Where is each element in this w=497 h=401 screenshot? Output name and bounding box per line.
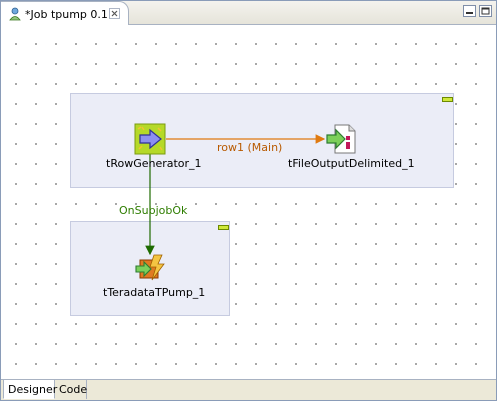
teradata-tpump-icon[interactable] bbox=[134, 252, 166, 284]
link-label-row1[interactable]: row1 (Main) bbox=[217, 141, 282, 154]
component-label: tRowGenerator_1 bbox=[106, 157, 202, 170]
editor-tab-bar: *Job tpump 0.1 bbox=[1, 1, 496, 25]
tab-code[interactable]: Code bbox=[55, 380, 87, 399]
job-editor-window: *Job tpump 0.1 row1 (Main) OnSubjobOk tR… bbox=[0, 0, 497, 401]
maximize-icon[interactable] bbox=[479, 5, 492, 17]
component-label: tFileOutputDelimited_1 bbox=[288, 157, 415, 170]
close-icon[interactable] bbox=[109, 8, 120, 19]
tab-title: *Job tpump 0.1 bbox=[25, 8, 108, 21]
component-label: tTeradataTPump_1 bbox=[103, 286, 206, 299]
minimize-icon[interactable] bbox=[463, 5, 476, 17]
job-icon bbox=[9, 7, 21, 21]
connections-layer bbox=[145, 134, 326, 256]
tab-job-tpump[interactable]: *Job tpump 0.1 bbox=[1, 1, 129, 25]
link-label-onsubjobok[interactable]: OnSubjobOk bbox=[119, 204, 187, 217]
editor-bottom-tabs: Designer Code bbox=[1, 379, 496, 400]
tab-designer[interactable]: Designer bbox=[3, 380, 57, 399]
row-generator-icon[interactable] bbox=[134, 123, 166, 155]
file-output-icon[interactable] bbox=[325, 123, 357, 155]
designer-canvas[interactable]: row1 (Main) OnSubjobOk tRowGenerator_1 t… bbox=[2, 26, 495, 379]
